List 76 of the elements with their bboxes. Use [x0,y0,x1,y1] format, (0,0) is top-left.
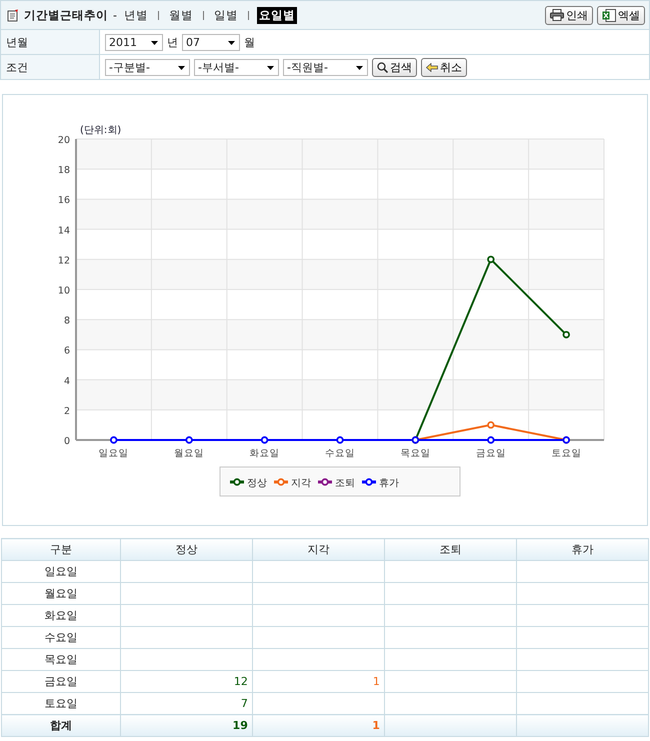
caret-icon [267,66,274,70]
y-tick-label: 16 [58,195,70,206]
print-button[interactable]: 인쇄 [545,6,593,24]
cancel-button[interactable]: 취소 [421,58,467,76]
y-tick-label: 4 [64,376,70,387]
x-tick-label: 수요일 [325,448,355,459]
table-cell: 12 [120,670,252,692]
table-cell: 1 [252,714,384,736]
row-label: 일요일 [2,560,120,582]
field-label: 조건 [1,55,100,79]
caret-icon [228,40,235,44]
page-title: 기간별근태추이 [24,8,108,22]
row-label: 목요일 [2,648,120,670]
legend-label: 조퇴 [335,478,355,489]
caret-icon [151,40,158,44]
column-header: 휴가 [516,538,648,560]
data-point [336,436,344,444]
data-point [260,436,268,444]
y-tick-label: 0 [64,436,70,447]
excel-button[interactable]: 엑셀 [597,6,645,24]
spreadsheet-icon [602,8,616,22]
dropdown[interactable]: 2011 [105,34,163,50]
y-tick-label: 12 [58,255,70,266]
x-tick-label: 토요일 [551,448,582,459]
legend-label: 정상 [247,478,267,489]
y-tick-label: 2 [64,406,70,417]
table-cell: 1 [252,670,384,692]
y-tick-label: 20 [58,135,70,146]
dropdown[interactable]: -구분별- [105,58,190,76]
column-header: 조퇴 [384,538,516,560]
x-tick-label: 화요일 [250,448,280,459]
y-tick-label: 6 [64,346,70,357]
title-separator: - [113,8,117,22]
dropdown[interactable]: 07 [182,34,240,50]
caret-icon [356,66,363,70]
row-label: 화요일 [2,604,120,626]
y-tick-label: 14 [58,225,70,236]
memo-icon [7,8,19,22]
data-point [562,330,570,338]
column-header: 정상 [120,538,252,560]
data-point [185,436,193,444]
legend-label: 휴가 [379,478,399,489]
period-tab[interactable]: 요일별 [256,6,297,24]
row-label: 수요일 [2,626,120,648]
data-point [110,436,118,444]
row-label: 월요일 [2,582,120,604]
unit-label: 년 [167,34,178,50]
legend-label: 지각 [291,478,311,489]
data-point [487,256,495,264]
row-label: 금요일 [2,670,120,692]
total-label: 합계 [2,714,120,736]
data-point [487,436,495,444]
caret-icon [178,66,185,70]
y-tick-label: 18 [58,165,70,176]
data-point [487,421,495,429]
field-label: 년월 [1,30,100,54]
x-tick-label: 월요일 [174,448,204,459]
x-tick-label: 금요일 [476,448,506,459]
column-header: 지각 [252,538,384,560]
period-tab[interactable]: 월별 [166,6,195,24]
period-tab[interactable]: 년별 [122,6,150,24]
search-button[interactable]: 검색 [372,58,417,76]
dropdown[interactable]: -직원별- [283,58,368,76]
period-tab[interactable]: 일별 [212,6,240,24]
y-tick-label: 10 [58,286,70,296]
x-tick-label: 일요일 [98,448,129,459]
y-tick-label: 8 [64,316,70,327]
column-header: 구분 [2,538,120,560]
dropdown[interactable]: -부서별- [194,58,279,76]
unit-label: (단위:회) [80,125,122,136]
printer-icon [550,9,564,21]
table-cell: 19 [120,714,252,736]
left-arrow-icon [426,62,438,72]
unit-label: 월 [244,34,255,50]
x-tick-label: 목요일 [400,448,430,459]
search-icon [377,62,388,72]
